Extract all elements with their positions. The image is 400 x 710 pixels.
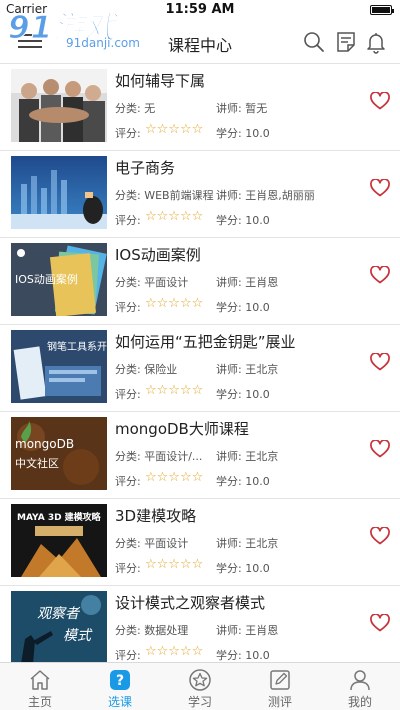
course-rating-label: 评分: [115,388,141,401]
thumbnail-text: 模式 [63,628,91,644]
thumbnail-text: MAYA 3D 建模攻略 [17,513,101,523]
course-title: 设计模式之观察者模式 [115,594,266,612]
course-title: 如何辅导下属 [115,72,206,90]
course-title: 电子商务 [115,159,176,177]
course-teacher: 讲师: 王肖恩,胡丽丽 [216,189,315,202]
rating-stars: ☆☆☆☆☆ [145,383,204,398]
course-thumbnail: IOS动画案例 [11,243,107,316]
course-teacher: 讲师: 王北京 [216,537,279,550]
course-teacher: 讲师: 暂无 [216,102,268,115]
course-rating-label: 评分: [115,214,141,227]
course-thumbnail: 钢笔工具系开发 [11,330,107,403]
favorite-heart-icon[interactable] [370,179,390,197]
favorite-heart-icon[interactable] [370,353,390,371]
rating-stars: ☆☆☆☆☆ [145,209,204,224]
course-teacher: 讲师: 王肖恩 [216,624,279,637]
course-title: IOS动画案例 [115,246,201,264]
thumbnail-text: mongoDB [15,437,75,451]
course-title: 如何运用“五把金钥匙”展业 [115,333,296,351]
rating-stars: ☆☆☆☆☆ [145,122,204,137]
tab-courses[interactable]: ? 选课 [80,663,160,710]
favorite-heart-icon[interactable] [370,92,390,110]
course-rating-label: 评分: [115,127,141,140]
course-thumbnail: 观察者 模式 [11,591,107,662]
edit-icon [270,670,290,690]
thumbnail-text: IOS动画案例 [15,273,78,286]
notes-icon[interactable] [334,30,358,54]
course-credit: 学分: 10.0 [216,214,270,227]
home-icon [30,670,50,690]
course-credit: 学分: 10.0 [216,301,270,314]
tab-home[interactable]: 主页 [0,663,80,710]
rating-stars: ☆☆☆☆☆ [145,557,204,572]
course-teacher: 讲师: 王北京 [216,363,279,376]
rating-stars: ☆☆☆☆☆ [145,296,204,311]
course-category: 分类: 平面设计 [115,276,189,289]
course-thumbnail: MAYA 3D 建模攻略 [11,504,107,577]
course-item[interactable]: 钢笔工具系开发 如何运用“五把金钥匙”展业 分类: 保险业 讲师: 王北京 评分… [0,325,400,412]
course-category: 分类: 数据处理 [115,624,189,637]
course-item[interactable]: 如何辅导下属 分类: 无 讲师: 暂无 评分: ☆☆☆☆☆ 学分: 10.0 [0,64,400,151]
course-teacher: 讲师: 王北京 [216,450,279,463]
thumbnail-text: 中文社区 [15,457,59,470]
thumbnail-text: 钢笔工具系开发 [47,342,107,353]
tab-profile[interactable]: 我的 [320,663,400,710]
tab-label: 选课 [107,695,132,709]
course-credit: 学分: 10.0 [216,388,270,401]
battery-icon [370,5,394,15]
course-category: 分类: 无 [115,102,156,115]
course-thumbnail [11,69,107,142]
course-item[interactable]: 观察者 模式 设计模式之观察者模式 分类: 数据处理 讲师: 王肖恩 评分: ☆… [0,586,400,662]
course-item[interactable]: 电子商务 分类: WEB前端课程 讲师: 王肖恩,胡丽丽 评分: ☆☆☆☆☆ 学… [0,151,400,238]
course-list[interactable]: 如何辅导下属 分类: 无 讲师: 暂无 评分: ☆☆☆☆☆ 学分: 10.0 电… [0,64,400,662]
site-watermark: 91游戏 91danji.com [2,2,142,54]
favorite-heart-icon[interactable] [370,266,390,284]
course-thumbnail: mongoDB 中文社区 [11,417,107,490]
course-thumbnail [11,156,107,229]
course-title: 3D建模攻略 [115,507,197,525]
course-title: mongoDB大师课程 [115,420,249,438]
course-category: 分类: 保险业 [115,363,178,376]
tab-label: 学习 [187,695,212,709]
course-credit: 学分: 10.0 [216,475,270,488]
course-rating-label: 评分: [115,301,141,314]
tab-label: 测评 [267,695,292,709]
person-icon [350,670,370,691]
course-category: 分类: WEB前端课程 [115,189,214,202]
course-credit: 学分: 10.0 [216,127,270,140]
tab-label: 主页 [27,695,52,709]
course-category: 分类: 平面设计 [115,537,189,550]
thumbnail-text: 观察者 [37,606,79,622]
question-badge-icon: ? [110,670,130,690]
favorite-heart-icon[interactable] [370,527,390,545]
course-item[interactable]: mongoDB 中文社区 mongoDB大师课程 分类: 平面设计/... 讲师… [0,412,400,499]
course-credit: 学分: 10.0 [216,649,270,662]
rating-stars: ☆☆☆☆☆ [145,644,204,659]
rating-stars: ☆☆☆☆☆ [145,470,204,485]
watermark-sub: 91danji.com [66,36,140,50]
course-category: 分类: 平面设计/... [115,450,203,463]
tab-study[interactable]: 学习 [160,663,240,710]
course-credit: 学分: 10.0 [216,562,270,575]
course-item[interactable]: IOS动画案例 IOS动画案例 分类: 平面设计 讲师: 王肖恩 评分: ☆☆☆… [0,238,400,325]
course-item[interactable]: MAYA 3D 建模攻略 3D建模攻略 分类: 平面设计 讲师: 王北京 评分:… [0,499,400,586]
course-teacher: 讲师: 王肖恩 [216,276,279,289]
tab-bar: 主页 ? 选课 学习 测评 我的 [0,662,400,710]
favorite-heart-icon[interactable] [370,614,390,632]
star-circle-icon [189,669,211,691]
search-icon[interactable] [302,30,326,54]
favorite-heart-icon[interactable] [370,440,390,458]
course-rating-label: 评分: [115,475,141,488]
course-rating-label: 评分: [115,562,141,575]
tab-assessment[interactable]: 测评 [240,663,320,710]
course-rating-label: 评分: [115,649,141,662]
bell-icon[interactable] [364,30,388,54]
tab-label: 我的 [347,695,372,709]
svg-text:?: ? [116,673,124,689]
